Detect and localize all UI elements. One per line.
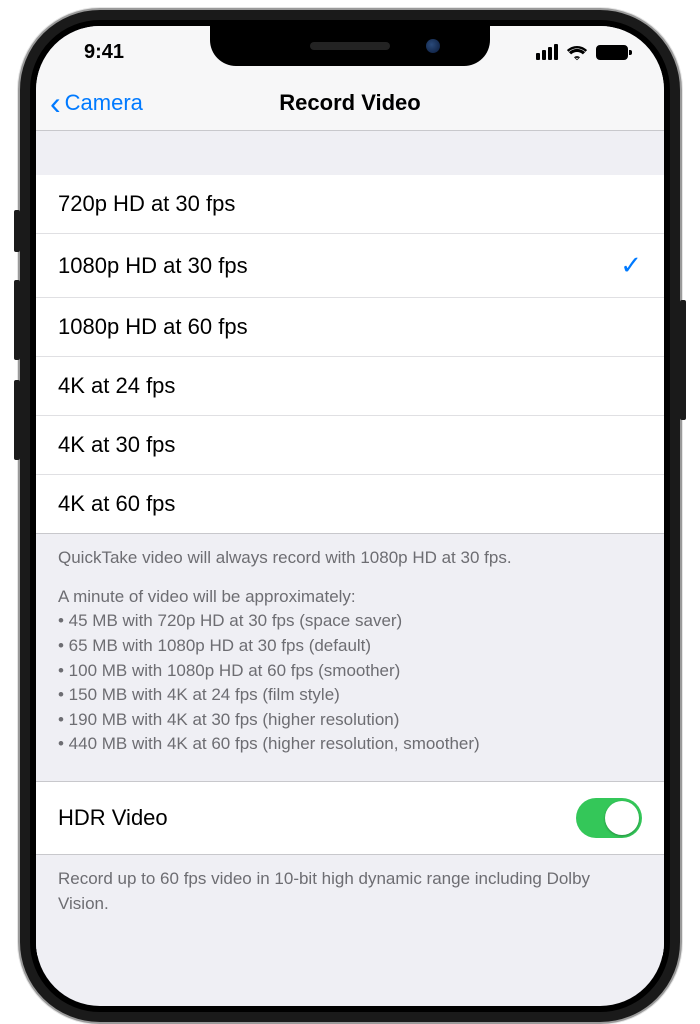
filesize-bullet: • 65 MB with 1080p HD at 30 fps (default… (58, 634, 642, 659)
option-label: 4K at 24 fps (58, 373, 642, 399)
hdr-toggle[interactable] (576, 798, 642, 838)
toggle-knob (605, 801, 639, 835)
option-1080p-60[interactable]: 1080p HD at 60 fps (36, 298, 664, 357)
option-1080p-30[interactable]: 1080p HD at 30 fps ✓ (36, 234, 664, 298)
status-time: 9:41 (84, 41, 124, 64)
option-4k-24[interactable]: 4K at 24 fps (36, 357, 664, 416)
option-label: 4K at 30 fps (58, 432, 642, 458)
status-icons (536, 43, 628, 61)
hdr-section: HDR Video (36, 781, 664, 855)
screen: 9:41 ‹ Camera Record Video 720p HD at 30… (36, 26, 664, 1006)
filesize-intro: A minute of video will be approximately: (58, 587, 356, 606)
back-label: Camera (65, 90, 143, 116)
power-button (680, 300, 686, 420)
option-720p-30[interactable]: 720p HD at 30 fps (36, 175, 664, 234)
phone-frame: 9:41 ‹ Camera Record Video 720p HD at 30… (20, 10, 680, 1022)
filesize-bullet: • 190 MB with 4K at 30 fps (higher resol… (58, 708, 642, 733)
option-label: 720p HD at 30 fps (58, 191, 642, 217)
filesize-bullet: • 100 MB with 1080p HD at 60 fps (smooth… (58, 659, 642, 684)
option-4k-60[interactable]: 4K at 60 fps (36, 475, 664, 534)
hdr-video-row[interactable]: HDR Video (36, 781, 664, 855)
volume-down-button (14, 380, 20, 460)
speaker-grille (310, 42, 390, 50)
nav-bar: ‹ Camera Record Video (36, 78, 664, 131)
page-title: Record Video (279, 90, 420, 116)
mute-switch (14, 210, 20, 252)
content: 720p HD at 30 fps 1080p HD at 30 fps ✓ 1… (36, 131, 664, 956)
chevron-left-icon: ‹ (50, 95, 61, 111)
filesize-bullet: • 150 MB with 4K at 24 fps (film style) (58, 683, 642, 708)
filesize-bullet: • 440 MB with 4K at 60 fps (higher resol… (58, 732, 642, 757)
front-camera (426, 39, 440, 53)
hdr-description: Record up to 60 fps video in 10-bit high… (58, 869, 590, 913)
filesize-bullet: • 45 MB with 720p HD at 30 fps (space sa… (58, 609, 642, 634)
options-footer: QuickTake video will always record with … (36, 534, 664, 781)
back-button[interactable]: ‹ Camera (50, 90, 143, 116)
option-label: 1080p HD at 30 fps (58, 253, 620, 279)
volume-up-button (14, 280, 20, 360)
hdr-footer: Record up to 60 fps video in 10-bit high… (36, 855, 664, 956)
battery-icon (596, 45, 628, 60)
recording-options-list: 720p HD at 30 fps 1080p HD at 30 fps ✓ 1… (36, 175, 664, 534)
notch (210, 26, 490, 66)
checkmark-icon: ✓ (620, 250, 642, 281)
quicktake-note: QuickTake video will always record with … (58, 546, 642, 571)
hdr-label: HDR Video (58, 805, 576, 831)
option-4k-30[interactable]: 4K at 30 fps (36, 416, 664, 475)
option-label: 1080p HD at 60 fps (58, 314, 642, 340)
option-label: 4K at 60 fps (58, 491, 642, 517)
wifi-icon (566, 43, 588, 61)
cellular-signal-icon (536, 44, 558, 60)
section-spacer (36, 131, 664, 175)
